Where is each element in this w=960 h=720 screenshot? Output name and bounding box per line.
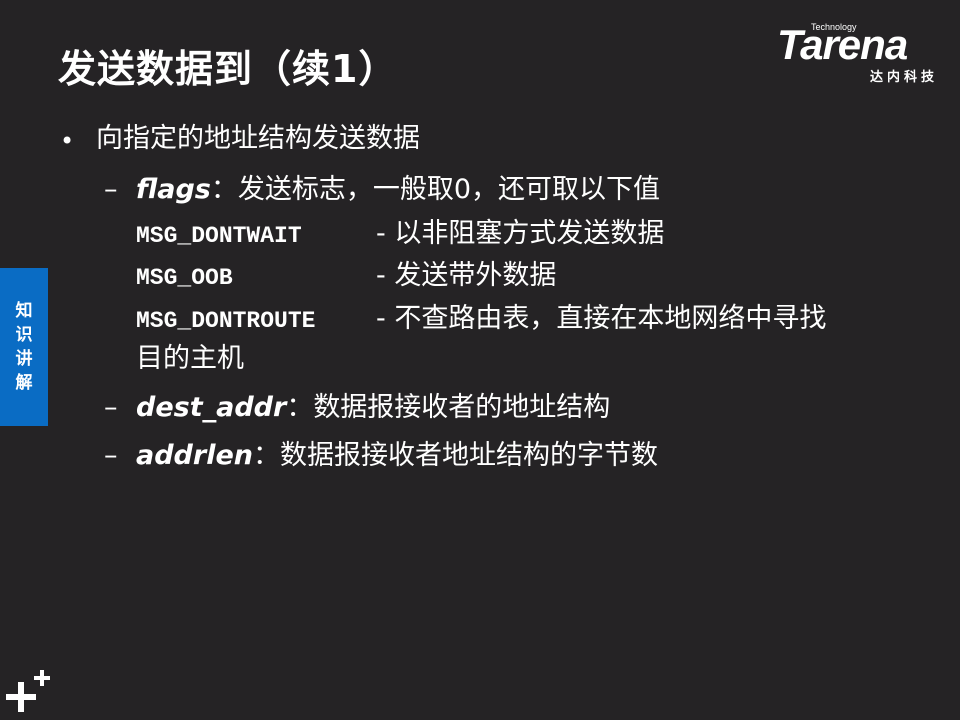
flag-name: MSG_DONTROUTE — [136, 308, 316, 334]
sub-item-flags: – flags：发送标志，一般取0，还可取以下值 — [104, 173, 660, 207]
side-tab-char: 知 — [15, 301, 33, 321]
sub-item-addrlen: – addrlen：数据报接收者地址结构的字节数 — [104, 439, 658, 473]
side-tab-char: 识 — [15, 325, 33, 345]
term-separator: ： — [286, 392, 314, 423]
term-description: 数据报接收者地址结构的字节数 — [279, 440, 658, 471]
flag-name: MSG_OOB — [136, 265, 233, 291]
plus-plus-icon — [6, 670, 50, 712]
term-description: 数据报接收者的地址结构 — [313, 392, 611, 423]
side-tab-char: 解 — [15, 373, 33, 393]
logo-brand-text: Tarena — [777, 21, 908, 68]
term-addrlen: addrlen — [136, 440, 253, 471]
slide: 发送数据到（续1） Technology Tarena 达内科技 知 识 讲 解… — [0, 0, 960, 720]
dash-marker: – — [104, 174, 118, 205]
flag-name: MSG_DONTWAIT — [136, 223, 302, 249]
flag-description: - 不查路由表，直接在本地网络中寻找 — [376, 303, 827, 334]
term-flags: flags — [136, 174, 211, 205]
term-separator: ： — [252, 440, 280, 471]
logo-chinese-text: 达内科技 — [869, 70, 938, 85]
term-description: 发送标志，一般取0，还可取以下值 — [237, 174, 661, 205]
dash-marker: – — [104, 440, 118, 471]
flag-row: MSG_OOB - 发送带外数据 — [136, 259, 556, 295]
term-separator: ： — [210, 174, 238, 205]
dash-marker: – — [104, 392, 118, 423]
flag-continuation: 目的主机 — [136, 343, 244, 374]
flag-description: - 以非阻塞方式发送数据 — [376, 218, 665, 249]
bullet-dot-icon: • — [60, 127, 75, 155]
tarena-logo: Technology Tarena 达内科技 — [777, 21, 942, 85]
term-dest-addr: dest_addr — [136, 392, 287, 423]
side-tab-char: 讲 — [15, 349, 33, 369]
slide-title: 发送数据到（续1） — [58, 47, 398, 91]
sub-item-dest-addr: – dest_addr：数据报接收者的地址结构 — [104, 391, 610, 425]
flag-row: MSG_DONTWAIT - 以非阻塞方式发送数据 — [136, 217, 664, 253]
flag-row: MSG_DONTROUTE - 不查路由表，直接在本地网络中寻找 — [136, 302, 826, 338]
bullet-text: 向指定的地址结构发送数据 — [96, 123, 420, 154]
flag-description: - 发送带外数据 — [376, 260, 557, 291]
knowledge-explanation-tab: 知 识 讲 解 — [0, 268, 48, 426]
